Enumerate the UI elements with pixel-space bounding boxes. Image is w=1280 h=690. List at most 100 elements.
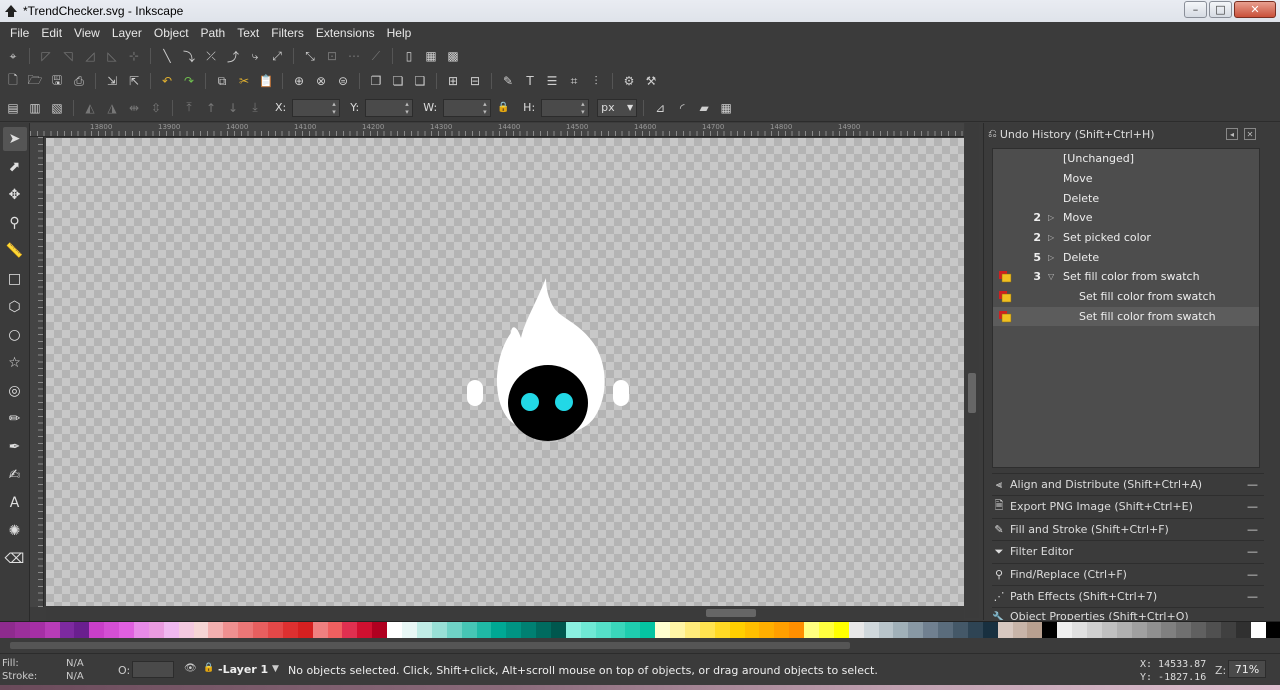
- color-swatch[interactable]: [148, 622, 164, 638]
- color-swatch[interactable]: [461, 622, 477, 638]
- pen-tool-icon[interactable]: ✒: [3, 435, 27, 459]
- snap-rotation-center-icon[interactable]: ⊡: [322, 46, 342, 66]
- fill-stroke-dialog-icon[interactable]: ✎: [498, 71, 518, 91]
- color-swatch[interactable]: [982, 622, 998, 638]
- eraser-tool-icon[interactable]: ⌫: [3, 547, 27, 571]
- trendchecker-mascot-drawing[interactable]: [466, 278, 636, 448]
- layer-selector[interactable]: -Layer 1: [218, 663, 268, 676]
- color-swatch[interactable]: [387, 622, 403, 638]
- calligraphy-tool-icon[interactable]: ✍: [3, 463, 27, 487]
- palette-scroll-thumb[interactable]: [10, 642, 850, 649]
- drawing-canvas[interactable]: [46, 138, 964, 606]
- zoom-drawing-icon[interactable]: ⊗: [311, 71, 331, 91]
- lower-to-bottom-icon[interactable]: ⤓: [245, 98, 265, 118]
- color-swatch[interactable]: [804, 622, 819, 638]
- snap-midpoint-icon[interactable]: ⤢: [267, 46, 287, 66]
- snap-bbox-center-icon[interactable]: ⊹: [124, 46, 144, 66]
- color-swatch[interactable]: [878, 622, 894, 638]
- vertical-scrollbar[interactable]: [965, 123, 979, 618]
- color-swatch[interactable]: [1250, 622, 1266, 638]
- h-field[interactable]: [541, 98, 590, 117]
- color-swatch[interactable]: [1146, 622, 1162, 638]
- snap-nodes-icon[interactable]: ╲: [157, 46, 177, 66]
- stroke-indicator[interactable]: N/A: [66, 671, 84, 682]
- color-swatch[interactable]: [1131, 622, 1147, 638]
- menu-edit[interactable]: Edit: [35, 26, 68, 40]
- color-swatch[interactable]: [521, 622, 537, 638]
- layer-lock-icon[interactable]: 🔒: [203, 663, 214, 673]
- menu-text[interactable]: Text: [231, 26, 265, 40]
- collapse-icon[interactable]: —: [1247, 478, 1258, 491]
- clone-icon[interactable]: ❏: [388, 71, 408, 91]
- palette-scrollbar[interactable]: [0, 638, 1280, 653]
- scale-stroke-icon[interactable]: ⊿: [650, 98, 670, 118]
- raise-to-top-icon[interactable]: ⤒: [179, 98, 199, 118]
- undo-history-row[interactable]: Delete: [993, 188, 1259, 208]
- color-swatch[interactable]: [789, 622, 805, 638]
- color-swatch[interactable]: [1206, 622, 1222, 638]
- color-swatch[interactable]: [89, 622, 105, 638]
- dock-item-filter-editor[interactable]: ⏷ Filter Editor —: [992, 540, 1264, 562]
- color-swatch[interactable]: [44, 622, 60, 638]
- color-swatch[interactable]: [1221, 622, 1236, 638]
- color-swatch[interactable]: [863, 622, 879, 638]
- menu-view[interactable]: View: [68, 26, 106, 40]
- undo-history-row[interactable]: 2 ▷ Move: [993, 208, 1259, 228]
- color-swatch[interactable]: [1057, 622, 1073, 638]
- color-swatch[interactable]: [774, 622, 790, 638]
- color-swatch[interactable]: [699, 622, 715, 638]
- snap-page-icon[interactable]: ▯: [399, 46, 419, 66]
- horizontal-scrollbar[interactable]: [46, 606, 964, 620]
- star-tool-icon[interactable]: ☆: [3, 351, 27, 375]
- lower-icon[interactable]: ↓: [223, 98, 243, 118]
- align-distribute-icon[interactable]: ⫶: [586, 71, 606, 91]
- document-properties-icon[interactable]: ⚙: [619, 71, 639, 91]
- menu-filters[interactable]: Filters: [265, 26, 310, 40]
- color-swatch[interactable]: [997, 622, 1013, 638]
- snap-intersection-icon[interactable]: ⤫: [201, 46, 221, 66]
- color-swatch[interactable]: [744, 622, 760, 638]
- color-swatch[interactable]: [327, 622, 343, 638]
- 3d-box-tool-icon[interactable]: ⬡: [3, 295, 27, 319]
- transform-gradients-icon[interactable]: ▰: [694, 98, 714, 118]
- new-document-icon[interactable]: 🗋: [3, 71, 23, 91]
- flip-vertical-icon[interactable]: ⇳: [146, 98, 166, 118]
- ungroup-icon[interactable]: ⊟: [465, 71, 485, 91]
- color-swatch[interactable]: [104, 622, 120, 638]
- save-icon[interactable]: 🖫: [47, 71, 67, 91]
- import-icon[interactable]: ⇲: [102, 71, 122, 91]
- menu-file[interactable]: File: [4, 26, 35, 40]
- dock-item-find-replace[interactable]: ⚲ Find/Replace (Ctrl+F) —: [992, 563, 1264, 585]
- snap-bbox-midpoint-icon[interactable]: ◺: [102, 46, 122, 66]
- undo-history-row[interactable]: 5 ▷ Delete: [993, 247, 1259, 267]
- undo-history-row[interactable]: Set fill color from swatch: [993, 306, 1259, 327]
- expander-icon[interactable]: ▽: [1048, 272, 1054, 281]
- color-swatch[interactable]: [134, 622, 149, 638]
- rectangle-tool-icon[interactable]: □: [3, 267, 27, 291]
- undo-history-row[interactable]: Move: [993, 169, 1259, 189]
- color-swatch[interactable]: [74, 622, 90, 638]
- close-panel-icon[interactable]: ✕: [1244, 128, 1256, 140]
- rotate-cw-icon[interactable]: ◮: [102, 98, 122, 118]
- color-swatch[interactable]: [923, 622, 939, 638]
- color-swatch[interactable]: [1161, 622, 1177, 638]
- color-swatch[interactable]: [193, 622, 209, 638]
- snap-bbox-icon[interactable]: ◸: [36, 46, 56, 66]
- zoom-tool-icon[interactable]: ⚲: [3, 211, 27, 235]
- color-swatch[interactable]: [1101, 622, 1117, 638]
- open-icon[interactable]: 🗁: [25, 71, 45, 91]
- color-swatch[interactable]: [312, 622, 328, 638]
- text-font-dialog-icon[interactable]: T: [520, 71, 540, 91]
- chevron-down-icon[interactable]: ▼: [272, 664, 279, 674]
- select-all-icon[interactable]: ▤: [3, 98, 23, 118]
- snap-text-baseline-icon[interactable]: ⋯: [344, 46, 364, 66]
- color-swatch[interactable]: [1176, 622, 1192, 638]
- snap-bbox-corner-icon[interactable]: ◿: [80, 46, 100, 66]
- maximize-button[interactable]: □: [1209, 1, 1232, 18]
- color-swatch[interactable]: [1072, 622, 1088, 638]
- snap-others-icon[interactable]: ⟋: [366, 46, 386, 66]
- color-swatch[interactable]: [1265, 622, 1280, 638]
- unlink-clone-icon[interactable]: ❑: [410, 71, 430, 91]
- undo-history-row[interactable]: 2 ▷ Set picked color: [993, 228, 1259, 248]
- color-swatch[interactable]: [595, 622, 611, 638]
